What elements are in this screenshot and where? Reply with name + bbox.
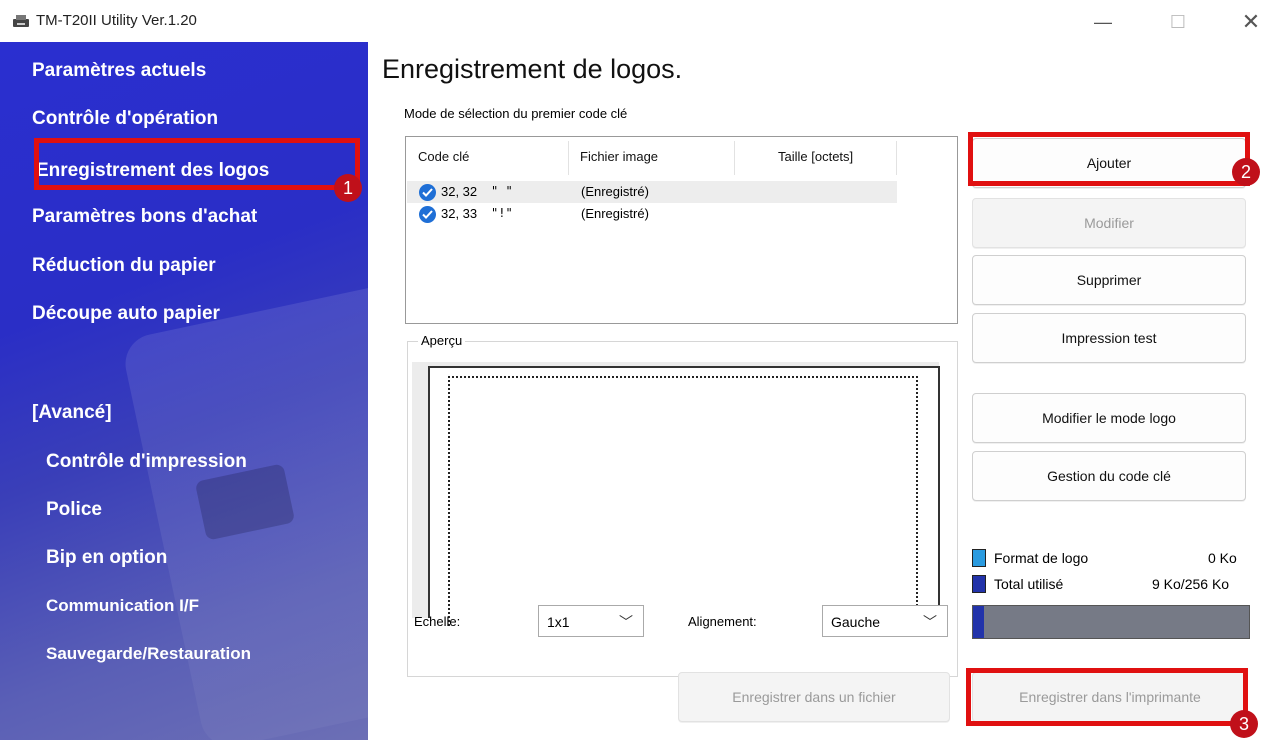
print-area-outline bbox=[448, 376, 918, 626]
row-code: 32, 32 bbox=[441, 184, 478, 199]
sidebar-item-font[interactable]: Police bbox=[46, 499, 102, 521]
scale-select-value: 1x1 bbox=[547, 614, 570, 630]
row-file: (Enregistré) bbox=[581, 184, 649, 199]
title-bar: TM-T20II Utility Ver.1.20 — ☐ ✕ bbox=[0, 0, 1279, 42]
total-used-label: Total utilisé bbox=[994, 576, 1064, 592]
logo-list[interactable]: Code clé Fichier image Taille [octets] 3… bbox=[405, 136, 958, 324]
modify-button[interactable]: Modifier bbox=[972, 198, 1246, 248]
column-header-size[interactable]: Taille [octets] bbox=[778, 149, 853, 164]
sidebar-item-optional-buzzer[interactable]: Bip en option bbox=[46, 547, 167, 569]
sidebar-item-communication-if[interactable]: Communication I/F bbox=[46, 596, 199, 616]
logo-format-value: 0 Ko bbox=[1208, 550, 1237, 566]
maximize-button[interactable]: ☐ bbox=[1155, 8, 1201, 36]
sidebar-item-current-settings[interactable]: Paramètres actuels bbox=[32, 60, 206, 82]
highlight-box-3 bbox=[966, 668, 1248, 726]
preview-canvas bbox=[428, 366, 940, 626]
column-separator bbox=[734, 141, 735, 175]
table-row[interactable]: 32, 33 "!" (Enregistré) bbox=[407, 203, 897, 225]
sidebar-item-backup-restore[interactable]: Sauvegarde/Restauration bbox=[46, 644, 251, 664]
sidebar-item-operation-control[interactable]: Contrôle d'opération bbox=[32, 108, 218, 130]
total-used-fill bbox=[973, 606, 985, 638]
test-print-button[interactable]: Impression test bbox=[972, 313, 1246, 363]
row-file: (Enregistré) bbox=[581, 206, 649, 221]
total-used-value: 9 Ko/256 Ko bbox=[1152, 576, 1230, 592]
highlight-box-1 bbox=[34, 138, 360, 190]
sidebar-item-paper-reduction[interactable]: Réduction du papier bbox=[32, 255, 216, 277]
step-badge-1: 1 bbox=[334, 174, 362, 202]
sidebar-item-print-control[interactable]: Contrôle d'impression bbox=[46, 451, 247, 473]
chevron-down-icon: ﹀ bbox=[923, 614, 937, 630]
memory-usage-bar bbox=[972, 605, 1250, 639]
table-row[interactable]: 32, 32 " " (Enregistré) bbox=[407, 181, 897, 203]
page-title: Enregistrement de logos. bbox=[382, 54, 683, 84]
alignment-select-value: Gauche bbox=[831, 614, 881, 630]
check-circle-icon bbox=[419, 206, 436, 223]
chevron-down-icon: ﹀ bbox=[619, 614, 633, 630]
sidebar-item-coupon-settings[interactable]: Paramètres bons d'achat bbox=[32, 206, 257, 228]
minimize-button[interactable]: — bbox=[1080, 8, 1126, 36]
check-circle-icon bbox=[419, 184, 436, 201]
preview-group: Aperçu Echelle: 1x1 ﹀ Alignement: Gauche… bbox=[407, 333, 958, 677]
key-code-mode-label: Mode de sélection du premier code clé bbox=[404, 106, 628, 121]
logo-format-label: Format de logo bbox=[994, 550, 1089, 566]
total-used-swatch bbox=[972, 575, 986, 593]
column-separator bbox=[896, 141, 897, 175]
alignment-label: Alignement: bbox=[688, 614, 757, 629]
save-to-file-button[interactable]: Enregistrer dans un fichier bbox=[678, 672, 950, 722]
step-badge-3: 3 bbox=[1230, 710, 1258, 738]
delete-button[interactable]: Supprimer bbox=[972, 255, 1246, 305]
sidebar-item-auto-cut[interactable]: Découpe auto papier bbox=[32, 303, 220, 325]
scale-label: Echelle: bbox=[414, 614, 461, 629]
preview-label: Aperçu bbox=[418, 333, 466, 348]
row-char: "!" bbox=[491, 206, 513, 220]
alignment-select[interactable]: Gauche ﹀ bbox=[822, 605, 948, 637]
change-logo-mode-button[interactable]: Modifier le mode logo bbox=[972, 393, 1246, 443]
step-badge-2: 2 bbox=[1232, 158, 1260, 186]
printer-app-icon bbox=[13, 15, 29, 27]
window-title: TM-T20II Utility Ver.1.20 bbox=[36, 12, 197, 29]
column-header-code[interactable]: Code clé bbox=[418, 149, 469, 164]
column-separator bbox=[568, 141, 569, 175]
row-code: 32, 33 bbox=[441, 206, 478, 221]
highlight-box-2 bbox=[968, 132, 1250, 186]
column-header-file[interactable]: Fichier image bbox=[580, 149, 658, 164]
preview-area bbox=[412, 362, 940, 626]
row-char: " " bbox=[491, 184, 513, 198]
logo-format-swatch bbox=[972, 549, 986, 567]
scale-select[interactable]: 1x1 ﹀ bbox=[538, 605, 644, 637]
key-code-management-button[interactable]: Gestion du code clé bbox=[972, 451, 1246, 501]
sidebar-advanced-header: [Avancé] bbox=[32, 402, 112, 423]
close-button[interactable]: ✕ bbox=[1228, 8, 1274, 36]
